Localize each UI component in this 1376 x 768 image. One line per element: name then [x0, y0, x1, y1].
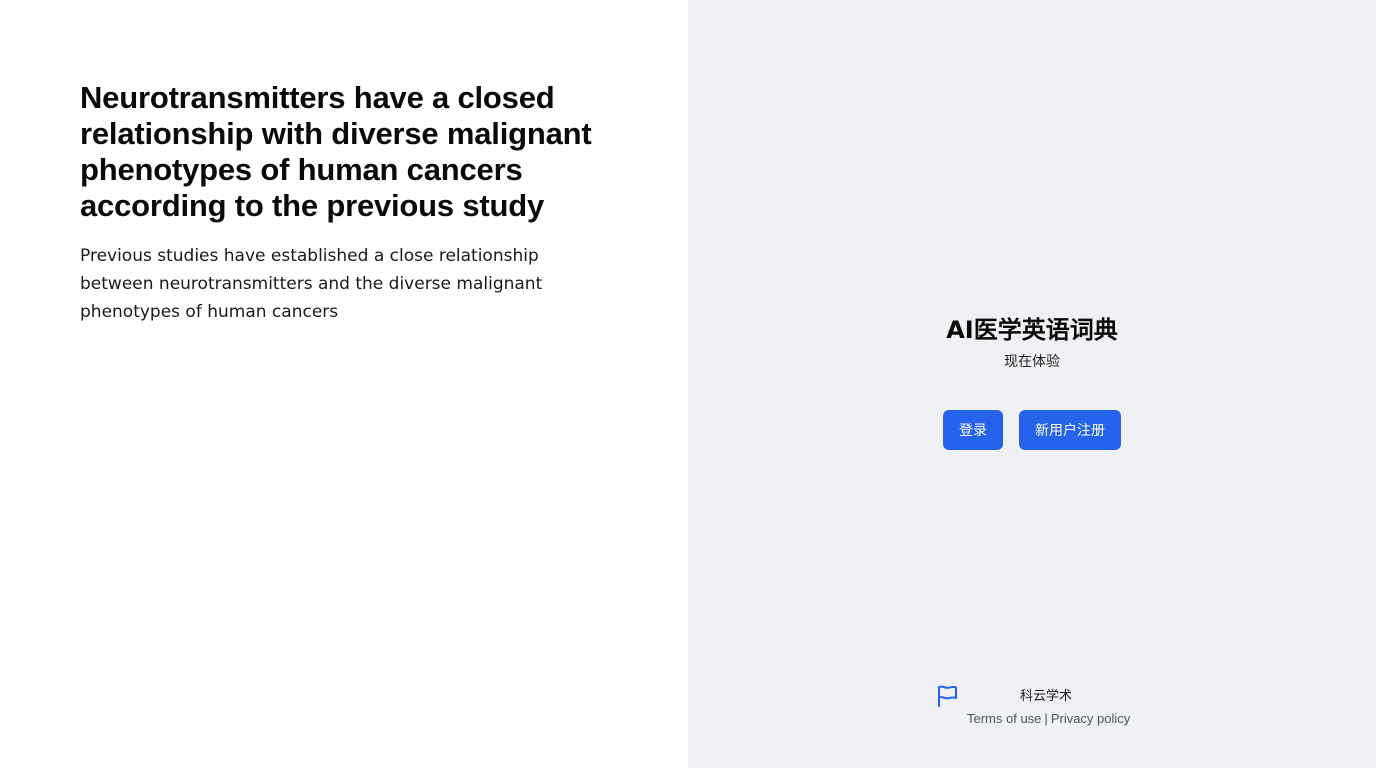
cta-panel: AI医学英语词典 现在体验 登录 新用户注册 [688, 312, 1376, 450]
login-button[interactable]: 登录 [943, 410, 1003, 450]
footer-separator: | [1044, 711, 1048, 726]
flag-icon [936, 684, 958, 708]
left-pane: Neurotransmitters have a closed relation… [0, 0, 688, 768]
footer-links: Terms of use | Privacy policy [967, 711, 1130, 726]
article-title: Neurotransmitters have a closed relation… [80, 80, 592, 223]
right-pane: AI医学英语词典 现在体验 登录 新用户注册 [688, 0, 1376, 768]
article: Neurotransmitters have a closed relation… [80, 80, 620, 326]
footer-brand: 科云学术 [1020, 689, 1073, 704]
privacy-link[interactable]: Privacy policy [1051, 711, 1130, 726]
terms-link[interactable]: Terms of use [967, 711, 1041, 726]
register-button[interactable]: 新用户注册 [1019, 410, 1121, 450]
article-body: Previous studies have established a clos… [80, 246, 543, 322]
cta-title: AI医学英语词典 [946, 316, 1118, 344]
cta-buttons: 登录 新用户注册 [688, 410, 1376, 450]
page: Neurotransmitters have a closed relation… [0, 0, 1376, 768]
cta-subtitle: 现在体验 [1004, 354, 1060, 370]
